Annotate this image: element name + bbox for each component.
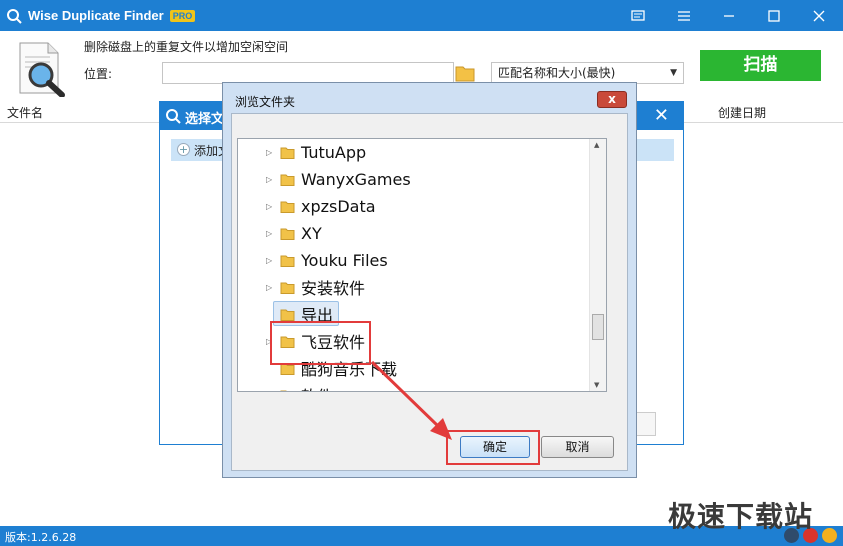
close-button[interactable]	[797, 0, 841, 31]
version-label: 版本:1.2.6.28	[5, 531, 77, 544]
app-subtitle: 删除磁盘上的重复文件以增加空闲空间	[84, 40, 289, 54]
watermark: 极速下载站	[668, 500, 814, 533]
rating-star-icon[interactable]	[822, 528, 837, 543]
browse-folder-dialog: 浏览文件夹 x ▷ TutuApp ▷ WanyxGames ▷ xpzsData ▷ XY ▷…	[222, 82, 637, 478]
folder-icon	[280, 282, 295, 294]
folder-icon	[280, 201, 295, 213]
folder-icon	[280, 255, 295, 267]
tree-item-label: Youku Files	[301, 250, 388, 270]
expand-arrow-icon[interactable]: ▷	[266, 202, 276, 211]
scroll-up-icon[interactable]: ▲	[594, 141, 599, 149]
tree-item[interactable]: ▷ xpzsData	[238, 193, 588, 219]
maximize-button[interactable]	[752, 0, 796, 31]
folder-icon	[280, 390, 288, 391]
feedback-icon[interactable]	[616, 0, 660, 31]
location-label: 位置:	[84, 67, 113, 81]
browse-dialog-title: 浏览文件夹	[235, 95, 296, 109]
menu-icon[interactable]	[662, 0, 706, 31]
expand-arrow-icon[interactable]: ▷	[266, 283, 276, 292]
tree-scrollbar[interactable]: ▲ ▼	[589, 139, 606, 391]
close-button[interactable]: x	[597, 91, 627, 108]
tree-item-label: XY	[301, 223, 322, 243]
tree-item[interactable]: ▷ Youku Files	[238, 247, 588, 273]
tree-item-label: 软件	[301, 383, 333, 391]
folder-icon	[280, 228, 295, 240]
tree-item[interactable]: ▷ XY	[238, 220, 588, 246]
tree-item[interactable]: ▷ TutuApp	[238, 139, 588, 165]
folder-icon	[280, 147, 295, 159]
app-logo-icon	[166, 109, 181, 124]
app-title: Wise Duplicate Finder	[28, 8, 164, 23]
tree-item-label: TutuApp	[301, 142, 367, 162]
column-created-date[interactable]: 创建日期	[718, 104, 766, 121]
match-mode-value: 匹配名称和大小(最快)	[498, 66, 616, 80]
app-logo-icon	[7, 8, 22, 24]
folder-icon	[280, 309, 295, 321]
folder-icon[interactable]	[455, 63, 475, 83]
tree-item[interactable]: ▷ 软件	[238, 382, 588, 392]
chevron-down-icon: ▼	[670, 68, 677, 78]
match-mode-select[interactable]: 匹配名称和大小(最快) ▼	[491, 62, 684, 84]
cancel-button[interactable]: 取消	[541, 436, 614, 458]
tree-item[interactable]: ▷ WanyxGames	[238, 166, 588, 192]
column-filename[interactable]: 文件名	[7, 104, 43, 121]
folder-icon	[280, 174, 295, 186]
expand-arrow-icon[interactable]: ▷	[266, 391, 276, 392]
title-bar: Wise Duplicate Finder PRO	[0, 0, 843, 31]
tree-item-label: xpzsData	[301, 196, 376, 216]
tree-item-label: 安装软件	[301, 279, 366, 298]
expand-arrow-icon[interactable]: ▷	[266, 175, 276, 184]
tree-item-label: WanyxGames	[301, 169, 411, 189]
select-dialog-title: 选择文	[185, 112, 225, 127]
minimize-button[interactable]	[707, 0, 751, 31]
expand-arrow-icon[interactable]: ▷	[266, 148, 276, 157]
scan-button[interactable]: 扫描	[700, 50, 821, 81]
close-icon[interactable]: ✕	[654, 105, 669, 126]
document-magnifier-icon	[19, 42, 65, 97]
tree-item[interactable]: ▷ 安装软件	[238, 274, 588, 300]
expand-arrow-icon[interactable]: ▷	[266, 229, 276, 238]
plus-icon: +	[177, 143, 190, 156]
pro-badge: PRO	[169, 9, 196, 22]
scroll-down-icon[interactable]: ▼	[594, 381, 599, 389]
annotation-highlight-box	[446, 430, 540, 465]
expand-arrow-icon[interactable]: ▷	[266, 256, 276, 265]
location-input[interactable]	[162, 62, 454, 84]
annotation-highlight-box	[270, 321, 371, 365]
scroll-thumb[interactable]	[592, 314, 604, 340]
